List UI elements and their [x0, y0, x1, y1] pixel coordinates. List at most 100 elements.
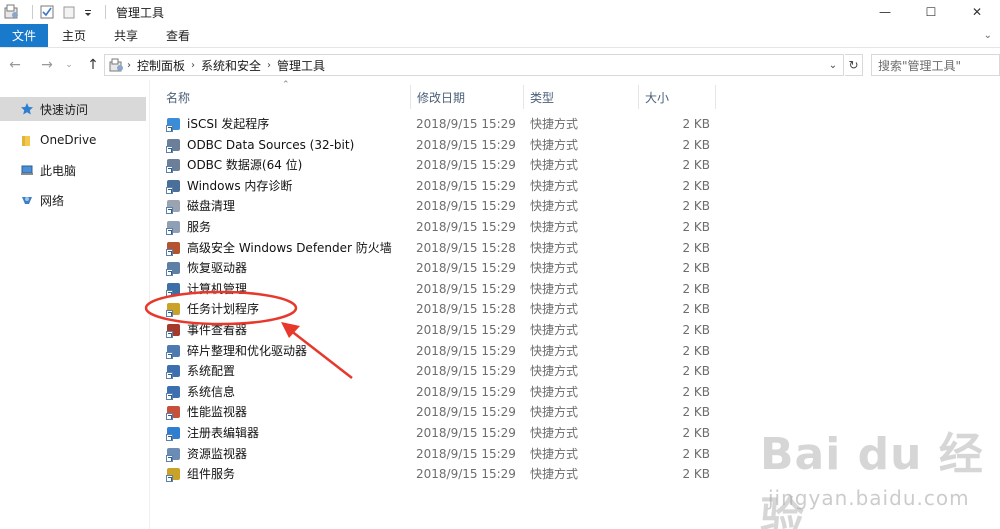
tab-file[interactable]: 文件	[0, 24, 48, 47]
recent-locations-icon[interactable]: ⌄	[58, 54, 80, 76]
file-name: 系统信息	[187, 384, 236, 399]
tab-share[interactable]: 共享	[100, 24, 152, 47]
column-header-name[interactable]: 名称	[160, 85, 410, 109]
file-name-cell[interactable]: 任务计划程序	[166, 299, 259, 319]
breadcrumb-system-security[interactable]: 系统和安全	[201, 57, 261, 74]
table-row[interactable]: 资源监视器 2018/9/15 15:29 快捷方式 2 KB	[166, 444, 712, 464]
table-row[interactable]: 事件查看器 2018/9/15 15:29 快捷方式 2 KB	[166, 320, 712, 340]
shortcut-arrow-icon	[166, 351, 173, 359]
shortcut-arrow-icon	[166, 413, 173, 421]
table-row[interactable]: 系统配置 2018/9/15 15:29 快捷方式 2 KB	[166, 361, 712, 381]
table-row[interactable]: Windows 内存诊断 2018/9/15 15:29 快捷方式 2 KB	[166, 176, 712, 196]
file-type: 快捷方式	[530, 199, 579, 214]
refresh-button[interactable]: ↻	[845, 54, 863, 76]
address-dropdown-icon[interactable]: ⌄	[825, 57, 841, 73]
breadcrumb-separator-icon[interactable]: ›	[127, 60, 131, 71]
table-row[interactable]: 任务计划程序 2018/9/15 15:28 快捷方式 2 KB	[166, 299, 712, 319]
toolbar-divider	[32, 5, 33, 19]
minimize-button[interactable]: —	[862, 0, 908, 24]
back-arrow-icon[interactable]: ←	[4, 54, 26, 76]
file-name-cell[interactable]: 碎片整理和优化驱动器	[166, 341, 307, 361]
forward-arrow-icon[interactable]: →	[36, 54, 58, 76]
refresh-icon: ↻	[848, 58, 859, 72]
file-name-cell[interactable]: 系统信息	[166, 382, 235, 402]
file-size: 2 KB	[682, 323, 710, 337]
file-date: 2018/9/15 15:29	[416, 384, 516, 399]
file-size: 2 KB	[682, 220, 710, 234]
file-date: 2018/9/15 15:29	[416, 343, 516, 358]
file-name-cell[interactable]: ODBC 数据源(64 位)	[166, 155, 302, 175]
folder-app-icon[interactable]	[4, 4, 20, 20]
file-name-cell[interactable]: 高级安全 Windows Defender 防火墙	[166, 238, 392, 258]
sidebar-item-quick-access[interactable]: 快速访问	[0, 97, 146, 121]
ribbon-expand[interactable]: ⌄	[984, 24, 1000, 47]
file-size: 2 KB	[682, 302, 710, 317]
file-name-cell[interactable]: 恢复驱动器	[166, 258, 247, 278]
shortcut-icon	[166, 363, 182, 380]
table-row[interactable]: 组件服务 2018/9/15 15:29 快捷方式 2 KB	[166, 464, 712, 484]
file-type: 快捷方式	[530, 220, 579, 234]
file-type: 快捷方式	[530, 343, 579, 358]
file-name-cell[interactable]: 服务	[166, 217, 211, 237]
file-name-cell[interactable]: 组件服务	[166, 464, 235, 484]
ribbon-tabs: 文件 主页 共享 查看 ⌄	[0, 24, 1000, 48]
table-row[interactable]: 高级安全 Windows Defender 防火墙 2018/9/15 15:28…	[166, 238, 712, 258]
table-row[interactable]: 性能监视器 2018/9/15 15:29 快捷方式 2 KB	[166, 402, 712, 422]
file-name-cell[interactable]: 注册表编辑器	[166, 423, 259, 443]
file-name-cell[interactable]: iSCSI 发起程序	[166, 114, 269, 134]
table-row[interactable]: ODBC 数据源(64 位) 2018/9/15 15:29 快捷方式 2 KB	[166, 155, 712, 175]
sidebar-item-onedrive[interactable]: OneDrive	[0, 128, 146, 152]
table-row[interactable]: 碎片整理和优化驱动器 2018/9/15 15:29 快捷方式 2 KB	[166, 341, 712, 361]
table-row[interactable]: iSCSI 发起程序 2018/9/15 15:29 快捷方式 2 KB	[166, 114, 712, 134]
file-name-cell[interactable]: 计算机管理	[166, 279, 247, 299]
shortcut-arrow-icon	[166, 434, 173, 441]
file-type: 快捷方式	[530, 281, 579, 296]
table-row[interactable]: 恢复驱动器 2018/9/15 15:29 快捷方式 2 KB	[166, 258, 712, 278]
file-name-cell[interactable]: 磁盘清理	[166, 196, 235, 216]
file-date: 2018/9/15 15:29	[416, 426, 516, 440]
customize-toolbar-chevron-icon[interactable]	[83, 4, 93, 20]
column-header-size[interactable]: 大小	[639, 85, 715, 109]
sidebar-item-network[interactable]: 网络	[0, 188, 146, 212]
table-row[interactable]: 磁盘清理 2018/9/15 15:29 快捷方式 2 KB	[166, 196, 712, 216]
shortcut-arrow-icon	[166, 228, 173, 235]
table-row[interactable]: ODBC Data Sources (32-bit) 2018/9/15 15:2…	[166, 135, 712, 155]
column-divider[interactable]	[715, 85, 716, 109]
shortcut-icon	[166, 446, 182, 462]
breadcrumb-separator-icon[interactable]: ›	[267, 60, 271, 71]
column-header-type[interactable]: 类型	[524, 85, 638, 109]
file-name-cell[interactable]: Windows 内存诊断	[166, 176, 292, 196]
file-name-cell[interactable]: 事件查看器	[166, 320, 247, 340]
file-name-cell[interactable]: 性能监视器	[166, 402, 247, 422]
new-folder-icon[interactable]	[61, 4, 77, 20]
file-name-cell[interactable]: ODBC Data Sources (32-bit)	[166, 135, 354, 155]
table-row[interactable]: 计算机管理 2018/9/15 15:29 快捷方式 2 KB	[166, 279, 712, 299]
file-size: 2 KB	[682, 405, 710, 420]
maximize-button[interactable]: ☐	[908, 0, 954, 24]
file-date: 2018/9/15 15:28	[416, 302, 516, 317]
breadcrumb-separator-icon[interactable]: ›	[191, 60, 195, 71]
file-name-cell[interactable]: 资源监视器	[166, 444, 247, 464]
file-date: 2018/9/15 15:29	[416, 405, 516, 420]
tab-home[interactable]: 主页	[48, 24, 100, 47]
file-type: 快捷方式	[530, 158, 579, 173]
chevron-down-icon[interactable]: ⌄	[984, 30, 992, 41]
tab-view[interactable]: 查看	[152, 24, 204, 47]
sidebar-item-this-pc[interactable]: 此电脑	[0, 158, 146, 182]
breadcrumb-control-panel[interactable]: 控制面板	[137, 57, 185, 74]
table-row[interactable]: 注册表编辑器 2018/9/15 15:29 快捷方式 2 KB	[166, 423, 712, 443]
column-header-date[interactable]: 修改日期	[411, 85, 523, 109]
file-name-cell[interactable]: 系统配置	[166, 361, 235, 381]
sidebar-item-label: 网络	[40, 193, 65, 208]
table-row[interactable]: 系统信息 2018/9/15 15:29 快捷方式 2 KB	[166, 382, 712, 402]
properties-icon[interactable]	[39, 4, 55, 20]
up-arrow-icon[interactable]: ↑	[82, 54, 104, 76]
file-name: 组件服务	[187, 467, 236, 482]
shortcut-icon	[166, 178, 182, 194]
table-row[interactable]: 服务 2018/9/15 15:29 快捷方式 2 KB	[166, 217, 712, 237]
search-input[interactable]: 搜索"管理工具"	[871, 54, 1000, 76]
address-bar[interactable]: › 控制面板 › 系统和安全 › 管理工具 ⌄	[104, 54, 844, 76]
file-type: 快捷方式	[530, 364, 579, 379]
breadcrumb-admin-tools[interactable]: 管理工具	[277, 57, 325, 74]
close-button[interactable]: ✕	[954, 0, 1000, 24]
